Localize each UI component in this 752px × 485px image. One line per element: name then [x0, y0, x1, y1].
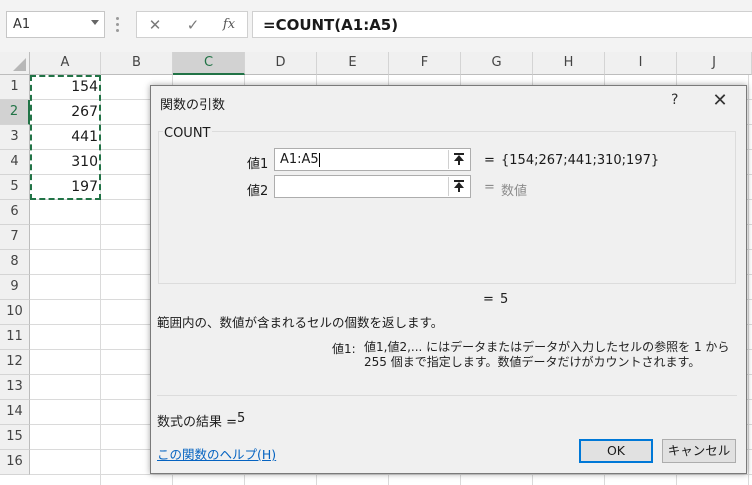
- function-help-link[interactable]: この関数のヘルプ(H): [157, 444, 276, 463]
- formula-bar: A1 ✕ ✓ fx =COUNT(A1:A5): [0, 0, 752, 52]
- column-header-c[interactable]: C: [173, 52, 245, 75]
- row-header-16[interactable]: 16: [0, 450, 30, 475]
- row-header-11[interactable]: 11: [0, 325, 30, 350]
- arg1-collapse-icon[interactable]: [448, 150, 469, 169]
- row-header-6[interactable]: 6: [0, 200, 30, 225]
- column-header-j[interactable]: J: [677, 52, 752, 75]
- column-header-a[interactable]: A: [30, 52, 101, 75]
- select-all-corner[interactable]: [0, 52, 30, 75]
- total-value: 5: [500, 292, 509, 307]
- enter-check-icon[interactable]: ✓: [183, 15, 203, 35]
- formula-result-value: 5: [237, 411, 246, 426]
- name-box-dropdown-icon[interactable]: [91, 20, 99, 25]
- row-header-1[interactable]: 1: [0, 75, 30, 100]
- insert-function-icon[interactable]: fx: [219, 15, 239, 35]
- row-header-9[interactable]: 9: [0, 275, 30, 300]
- column-header-h[interactable]: H: [533, 52, 605, 75]
- cancel-entry-icon[interactable]: ✕: [145, 15, 165, 35]
- column-header-e[interactable]: E: [317, 52, 389, 75]
- row-header-14[interactable]: 14: [0, 400, 30, 425]
- formula-text: =COUNT(A1:A5): [263, 16, 399, 34]
- help-icon[interactable]: ?: [671, 92, 678, 108]
- arg2-label: 値2: [247, 184, 269, 199]
- formula-bar-resize-handle[interactable]: [116, 17, 119, 33]
- formula-result-label: 数式の結果 =: [157, 415, 238, 430]
- row-header-15[interactable]: 15: [0, 425, 30, 450]
- cancel-button[interactable]: キャンセル: [662, 439, 736, 463]
- name-box-value: A1: [13, 17, 31, 32]
- column-header-b[interactable]: B: [101, 52, 173, 75]
- dialog-title: 関数の引数: [160, 98, 226, 113]
- row-header-2[interactable]: 2: [0, 100, 30, 125]
- arg1-result: {154;267;441;310;197}: [501, 153, 660, 168]
- arg1-input[interactable]: A1:A5: [274, 148, 471, 171]
- argument-help-text: 値1,値2,... にはデータまたはデータが入力したセルの参照を 1 から 25…: [364, 340, 730, 369]
- formula-input[interactable]: =COUNT(A1:A5): [252, 11, 752, 38]
- row-header-13[interactable]: 13: [0, 375, 30, 400]
- range-marquee: [30, 75, 101, 200]
- column-header-f[interactable]: F: [389, 52, 461, 75]
- total-equals: =: [483, 292, 494, 307]
- column-header-i[interactable]: I: [605, 52, 677, 75]
- function-description: 範囲内の、数値が含まれるセルの個数を返します。: [157, 315, 444, 330]
- column-header-g[interactable]: G: [461, 52, 533, 75]
- ok-button[interactable]: OK: [579, 439, 653, 463]
- divider: [157, 395, 737, 396]
- argument-help-name: 値1:: [332, 342, 356, 356]
- row-header-7[interactable]: 7: [0, 225, 30, 250]
- arg2-result: 数値: [501, 184, 528, 199]
- row-header-4[interactable]: 4: [0, 150, 30, 175]
- row-header-5[interactable]: 5: [0, 175, 30, 200]
- row-header-8[interactable]: 8: [0, 250, 30, 275]
- arg1-equals: =: [484, 153, 495, 168]
- arg1-value: A1:A5: [280, 152, 319, 167]
- column-header-d[interactable]: D: [245, 52, 317, 75]
- arg2-input[interactable]: [274, 175, 471, 198]
- text-caret: [319, 153, 320, 167]
- close-icon[interactable]: ✕: [706, 88, 734, 114]
- arg2-equals: =: [484, 180, 495, 195]
- row-header-12[interactable]: 12: [0, 350, 30, 375]
- formula-buttons: ✕ ✓ fx: [136, 11, 248, 38]
- function-name: COUNT: [163, 126, 212, 141]
- row-header-10[interactable]: 10: [0, 300, 30, 325]
- function-arguments-dialog: 関数の引数 ? ✕ COUNT 値1 A1:A5 = {154;267;441;…: [150, 85, 747, 474]
- row-header-3[interactable]: 3: [0, 125, 30, 150]
- name-box[interactable]: A1: [6, 11, 105, 38]
- arg2-collapse-icon[interactable]: [448, 177, 469, 196]
- arg1-label: 値1: [247, 157, 269, 172]
